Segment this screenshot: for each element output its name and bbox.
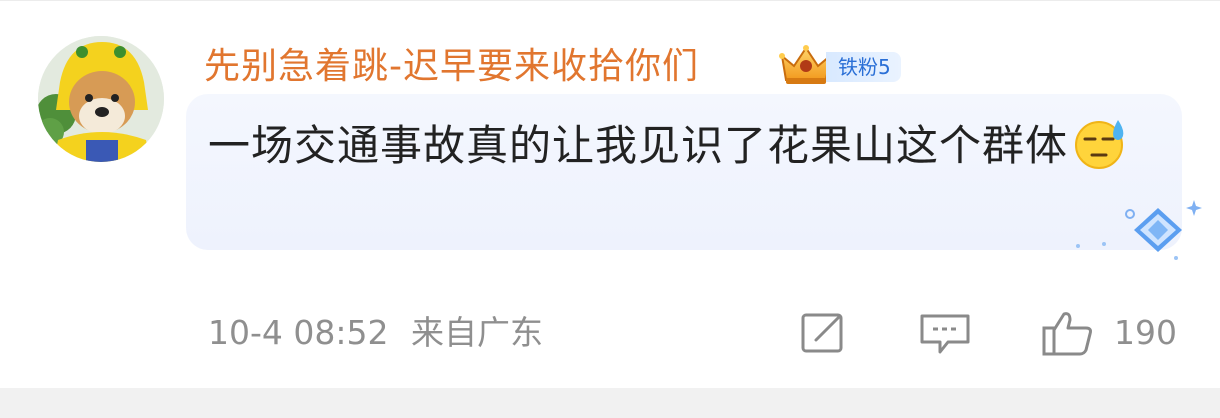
comment-text-block: 一场交通事故真的让我见识了花果山这个群体 — [208, 112, 1168, 180]
edit-button[interactable] — [800, 310, 848, 356]
comment-meta: 10-4 08:52 来自广东 — [208, 310, 543, 356]
bottom-divider-bar — [0, 388, 1220, 418]
top-divider — [0, 0, 1220, 1]
comment-text: 一场交通事故真的让我见识了花果山这个群体 — [208, 121, 1069, 170]
like-count: 190 — [1114, 313, 1177, 352]
avatar[interactable] — [38, 36, 164, 162]
username[interactable]: 先别急着跳-迟早要来收拾你们 — [204, 44, 699, 90]
timestamp: 10-4 08:52 — [208, 313, 389, 352]
like-button[interactable]: 190 — [1040, 310, 1190, 356]
edit-icon — [801, 313, 843, 353]
avatar-image — [38, 36, 164, 162]
thumbs-up-icon — [1042, 312, 1092, 356]
location: 来自广东 — [411, 313, 543, 352]
sparkle-gem-icon — [1076, 200, 1202, 260]
sweat-emoji-icon — [1075, 120, 1124, 169]
reply-icon — [920, 314, 970, 354]
fan-badge[interactable]: 铁粉5 — [826, 52, 901, 82]
reply-button[interactable] — [918, 310, 972, 356]
